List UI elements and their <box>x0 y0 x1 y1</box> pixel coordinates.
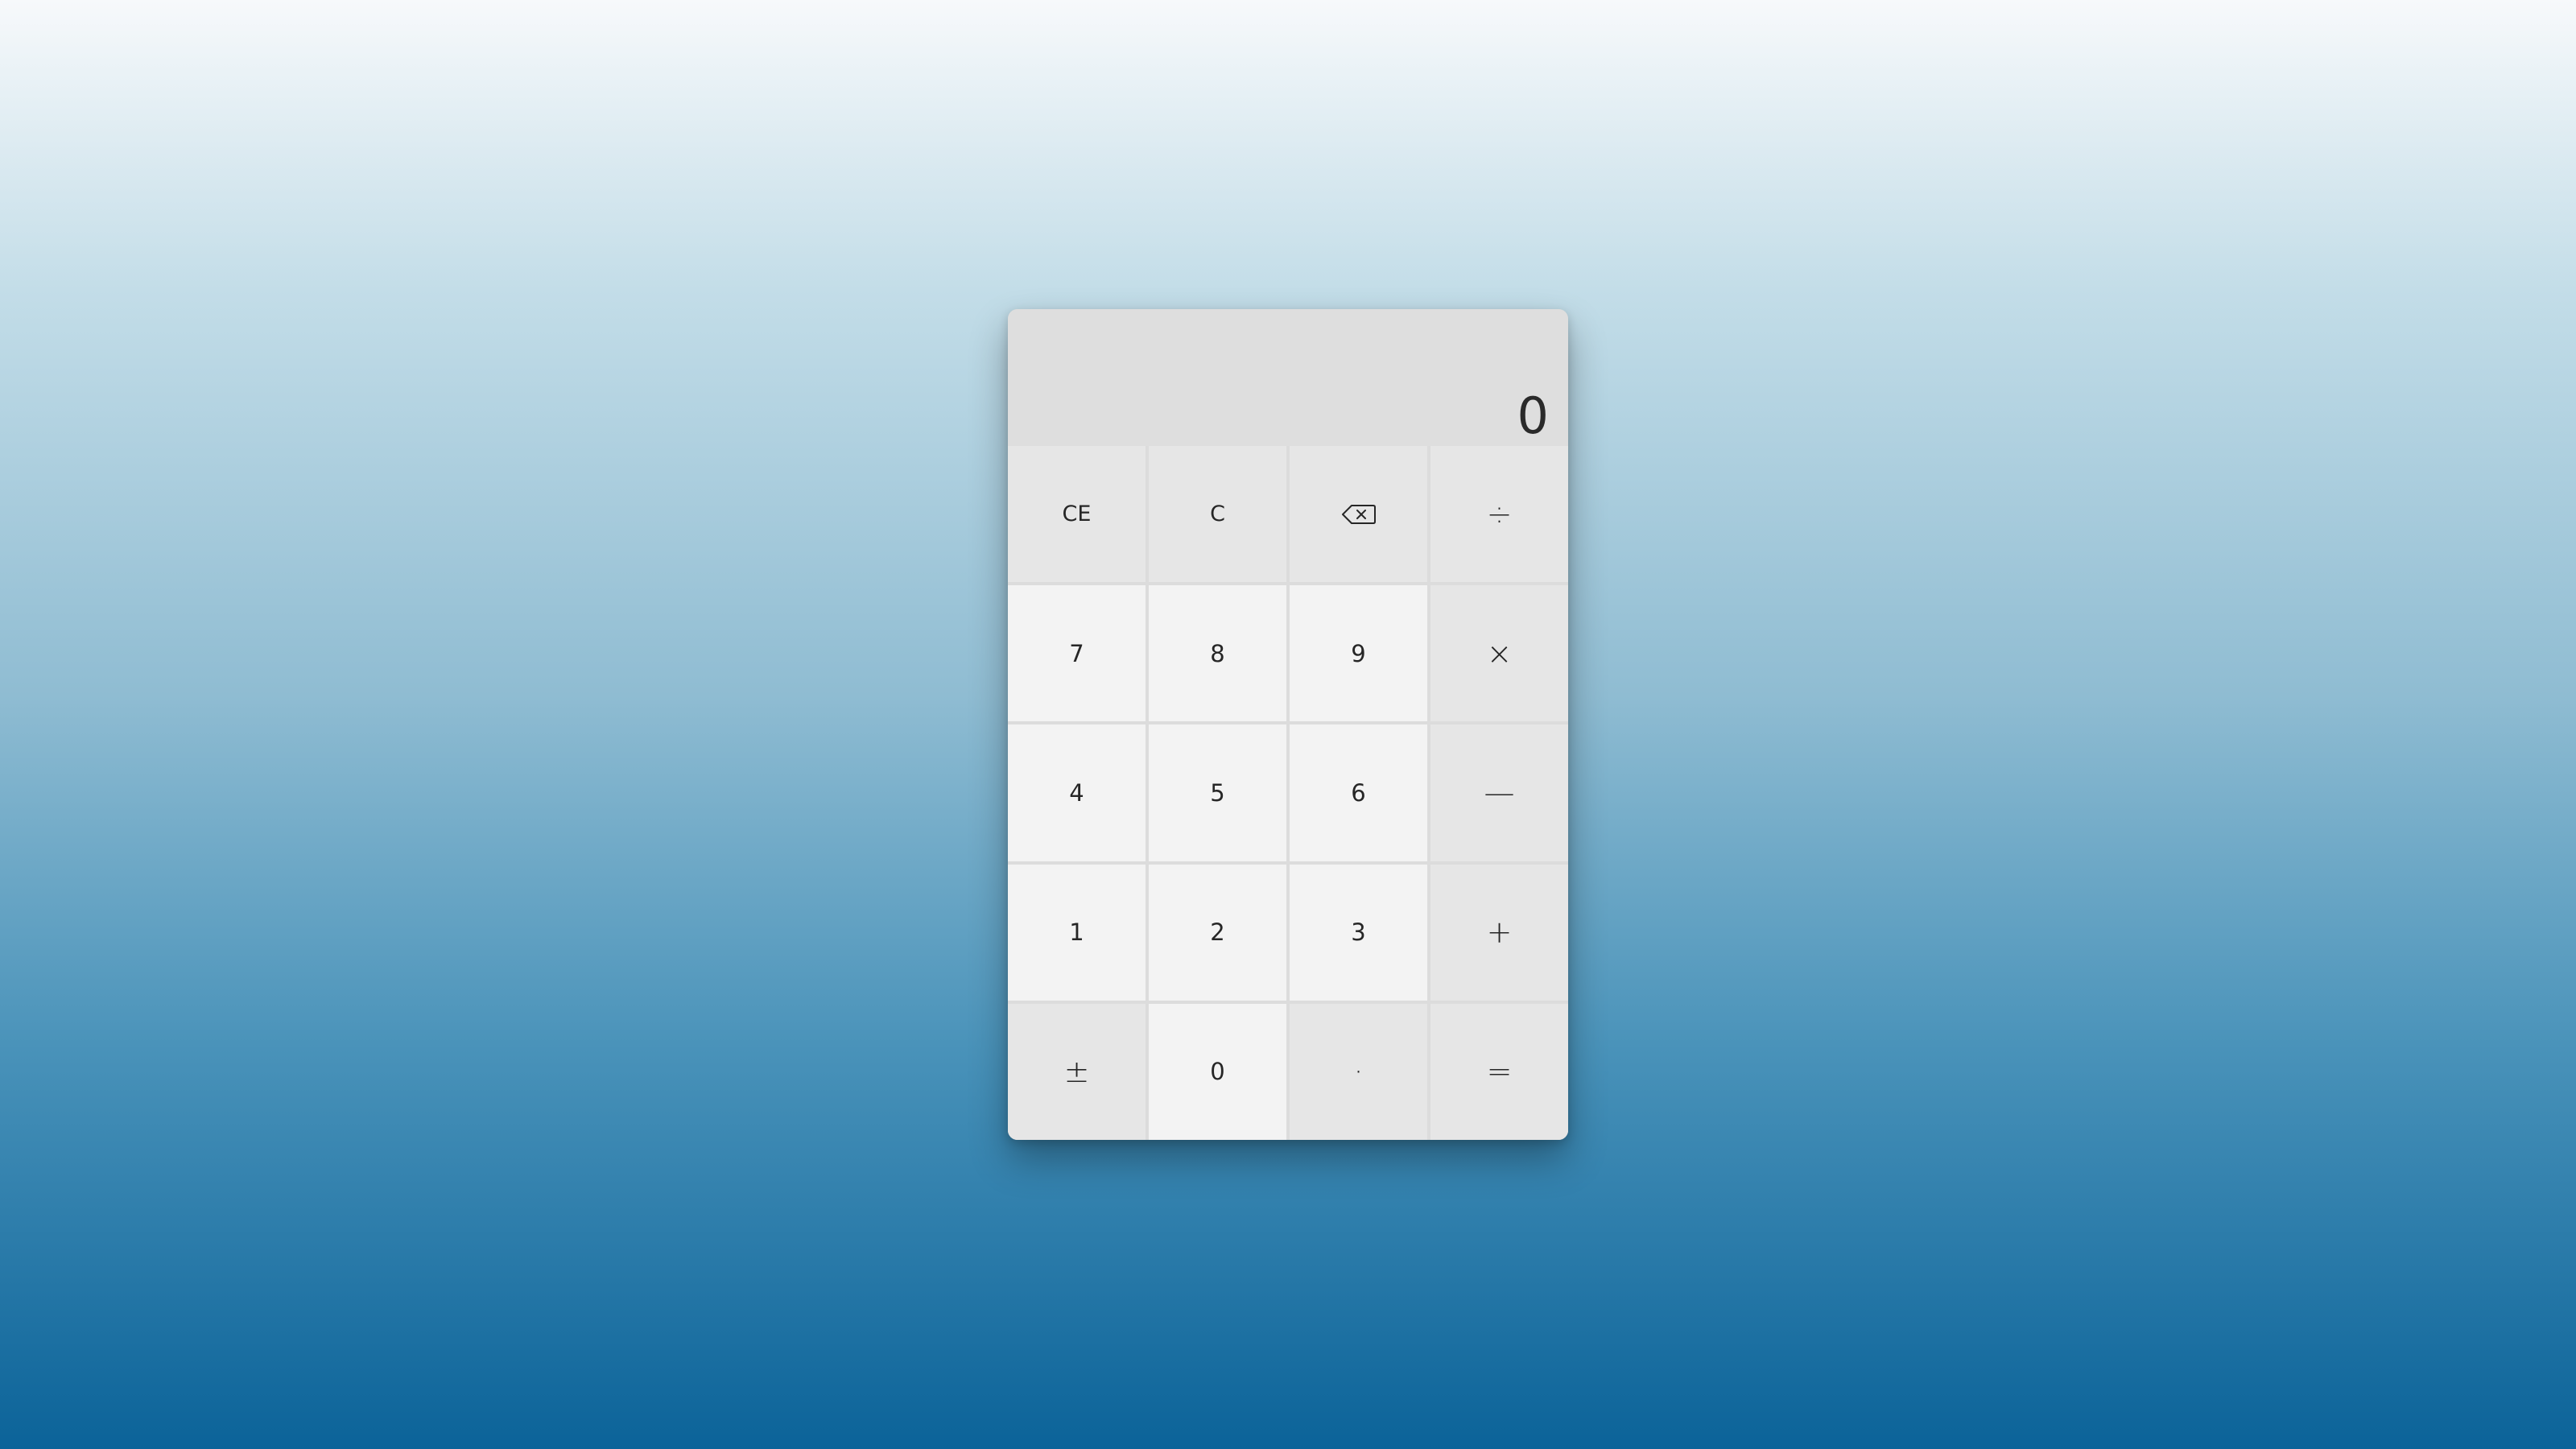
digit-6-button[interactable]: 6 <box>1290 724 1427 861</box>
digit-3-button[interactable]: 3 <box>1290 864 1427 1001</box>
negate-button[interactable]: ± <box>1008 1003 1146 1140</box>
digit-9-button[interactable]: 9 <box>1290 585 1427 722</box>
digit-5-button[interactable]: 5 <box>1149 724 1286 861</box>
digit-2-button[interactable]: 2 <box>1149 864 1286 1001</box>
digit-8-button[interactable]: 8 <box>1149 585 1286 722</box>
add-button[interactable]: + <box>1430 864 1568 1001</box>
display-value: 0 <box>1517 386 1549 445</box>
calculator-window: 0 CE C ÷ 7 8 9 × 4 5 6 — 1 2 3 + ± 0 · = <box>1008 309 1568 1140</box>
digit-4-button[interactable]: 4 <box>1008 724 1146 861</box>
multiply-button[interactable]: × <box>1430 585 1568 722</box>
digit-7-button[interactable]: 7 <box>1008 585 1146 722</box>
clear-entry-button[interactable]: CE <box>1008 446 1146 583</box>
keypad: CE C ÷ 7 8 9 × 4 5 6 — 1 2 3 + ± 0 · = <box>1008 446 1568 1140</box>
equals-button[interactable]: = <box>1430 1003 1568 1140</box>
backspace-button[interactable] <box>1290 446 1427 583</box>
divide-button[interactable]: ÷ <box>1430 446 1568 583</box>
digit-0-button[interactable]: 0 <box>1149 1003 1286 1140</box>
digit-1-button[interactable]: 1 <box>1008 864 1146 1001</box>
clear-button[interactable]: C <box>1149 446 1286 583</box>
decimal-button[interactable]: · <box>1290 1003 1427 1140</box>
subtract-button[interactable]: — <box>1430 724 1568 861</box>
backspace-icon <box>1341 503 1377 526</box>
display-panel: 0 <box>1008 309 1568 446</box>
